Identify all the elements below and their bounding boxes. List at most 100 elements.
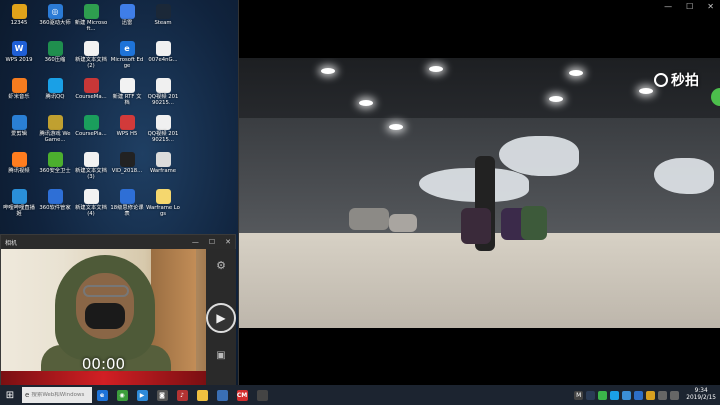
taskbar-app-explorer[interactable] <box>192 385 212 405</box>
desktop-icon-label: 18级思修论课表 <box>110 205 144 217</box>
desktop-icon[interactable]: 虾米音乐 <box>2 76 36 113</box>
desktop-icon-label: CoursePla... <box>75 131 107 137</box>
video-record-button[interactable]: ▶ <box>206 303 236 333</box>
desktop-icon-label: QQ视频 20190215... <box>147 131 179 143</box>
minimize-button[interactable]: — <box>664 2 672 11</box>
bluetooth-icon[interactable] <box>634 390 644 400</box>
desktop-icon-label: WPS H5 <box>116 131 138 137</box>
network-icon[interactable] <box>658 390 668 400</box>
desktop-icon[interactable]: 360软件管家 <box>38 187 72 224</box>
desktop-icon[interactable]: ◎ 360驱动大师 <box>38 2 72 39</box>
desktop-icon[interactable]: e Microsoft Edge <box>110 39 144 76</box>
app-icon <box>83 78 99 93</box>
camera-preview: 00:00 <box>1 249 206 385</box>
taskbar-app-music[interactable]: ♪ <box>172 385 192 405</box>
photo-mode-icon[interactable]: ▣ <box>213 347 229 363</box>
desktop-icon-label: 12345 <box>10 20 28 26</box>
desktop: 12345 ◎ 360驱动大师 新建 Microsoft... 迅雷 Steam W WPS … <box>0 0 238 385</box>
app-icon <box>192 152 207 167</box>
explorer-icon <box>196 389 208 401</box>
player-window-controls: — ☐ ✕ <box>664 2 714 11</box>
desktop-icon[interactable]: 12345 <box>2 2 36 39</box>
taskbar-app-photos[interactable] <box>212 385 232 405</box>
desktop-icon[interactable]: 迅雷 <box>110 2 144 39</box>
m-icon-icon[interactable]: M <box>574 390 584 400</box>
steam-icon[interactable] <box>586 390 596 400</box>
taskbar-app-film[interactable] <box>252 385 272 405</box>
desktop-icon[interactable]: 18级思修论课表 <box>110 187 144 224</box>
close-button[interactable]: ✕ <box>707 2 714 11</box>
search-input[interactable] <box>31 392 92 398</box>
desktop-icon[interactable]: CoursePla... <box>74 113 108 150</box>
desktop-icon[interactable]: W WPS 2019 <box>2 39 36 76</box>
system-tray: M 9:34 2019/2/15 <box>574 385 720 405</box>
desktop-icon[interactable]: 新建文本文档 (4) <box>74 187 108 224</box>
app-icon <box>83 189 99 204</box>
app-icon <box>11 115 27 130</box>
video-player-window: — ☐ ✕ 秒拍 <box>238 0 720 385</box>
desktop-icon[interactable]: Steam <box>146 2 180 39</box>
desktop-icon[interactable]: WPS H5 <box>110 113 144 150</box>
app-icon <box>83 41 99 56</box>
music-icon: ♪ <box>176 389 188 401</box>
desktop-icon[interactable]: QQ视频 20190215... <box>146 113 180 150</box>
desktop-icon[interactable]: 新建 RTF 文档 <box>110 76 144 113</box>
taskbar-app-store[interactable]: ▶ <box>132 385 152 405</box>
taskbar-app-cm[interactable]: CM <box>232 385 252 405</box>
film-icon <box>256 389 268 401</box>
taskbar-app-app-green[interactable]: ◉ <box>112 385 132 405</box>
desktop-icon[interactable]: 哔哩哔哩直播姬 <box>2 187 36 224</box>
desktop-icon-label: 新建文本文档 (3) <box>75 168 107 180</box>
desktop-icon[interactable]: 腾讯QQ <box>38 76 72 113</box>
taskbar-apps: e ◉ ▶ ◙ ♪ CM <box>92 385 272 405</box>
desktop-icon[interactable]: 007e4nG... <box>146 39 180 76</box>
qq-icon[interactable] <box>610 390 620 400</box>
maximize-button[interactable]: ☐ <box>686 2 693 11</box>
store-icon: ▶ <box>136 389 148 401</box>
desktop-icon[interactable]: 新建文本文档 (2) <box>74 39 108 76</box>
ceiling-light <box>429 66 443 72</box>
desktop-icon[interactable]: 新建文本文档 (3) <box>74 150 108 187</box>
desktop-icon[interactable]: CourseMa... <box>74 76 108 113</box>
app-icon <box>192 41 207 56</box>
app-icon <box>192 4 207 19</box>
taskbar-search[interactable]: e <box>22 387 92 403</box>
person-mask <box>85 303 125 329</box>
desktop-icon[interactable]: 新建 Microsoft... <box>74 2 108 39</box>
wechat-icon[interactable] <box>598 390 608 400</box>
desktop-icon[interactable]: VID_2018... <box>110 150 144 187</box>
battery-icon[interactable] <box>646 390 656 400</box>
desktop-icon[interactable]: 腾讯视频 <box>2 150 36 187</box>
desktop-icon[interactable]: Warframe <box>146 150 180 187</box>
desktop-icon[interactable]: QQ视频 20190215... <box>146 76 180 113</box>
dancer <box>461 208 491 244</box>
settings-icon[interactable]: ⚙ <box>213 257 229 273</box>
clock-date: 2019/2/15 <box>686 395 716 401</box>
desktop-icon[interactable]: 腾讯游戏 WeGame... <box>38 113 72 150</box>
app-icon <box>119 4 135 19</box>
app-icon <box>11 78 27 93</box>
video-frame[interactable]: 秒拍 <box>239 58 720 328</box>
desktop-icon[interactable]: 360安全卫士 <box>38 150 72 187</box>
minimize-button[interactable]: — <box>192 238 199 246</box>
desktop-icon-label: 腾讯QQ <box>45 94 65 100</box>
desktop-icon-label: 360安全卫士 <box>39 168 71 174</box>
security-icon[interactable] <box>622 390 632 400</box>
ceiling-light <box>359 100 373 106</box>
taskbar-app-camera[interactable]: ◙ <box>152 385 172 405</box>
app-icon <box>83 115 99 130</box>
desktop-icon-label: Microsoft Edge <box>110 57 144 69</box>
close-button[interactable]: ✕ <box>225 238 231 246</box>
sound-icon[interactable] <box>670 390 680 400</box>
clock[interactable]: 9:34 2019/2/15 <box>686 388 716 402</box>
camera-title: 相机 <box>5 239 18 247</box>
desktop-icon <box>182 187 216 224</box>
maximize-button[interactable]: ☐ <box>209 238 215 246</box>
side-tab-icon[interactable] <box>711 88 720 106</box>
ceiling-light <box>639 88 653 94</box>
start-button[interactable]: ⊞ <box>0 385 20 405</box>
taskbar-app-edge[interactable]: e <box>92 385 112 405</box>
desktop-icon[interactable]: 爱剪辑 <box>2 113 36 150</box>
desktop-icon[interactable]: 360压缩 <box>38 39 72 76</box>
desktop-icon[interactable]: Warframe Logs <box>146 187 180 224</box>
